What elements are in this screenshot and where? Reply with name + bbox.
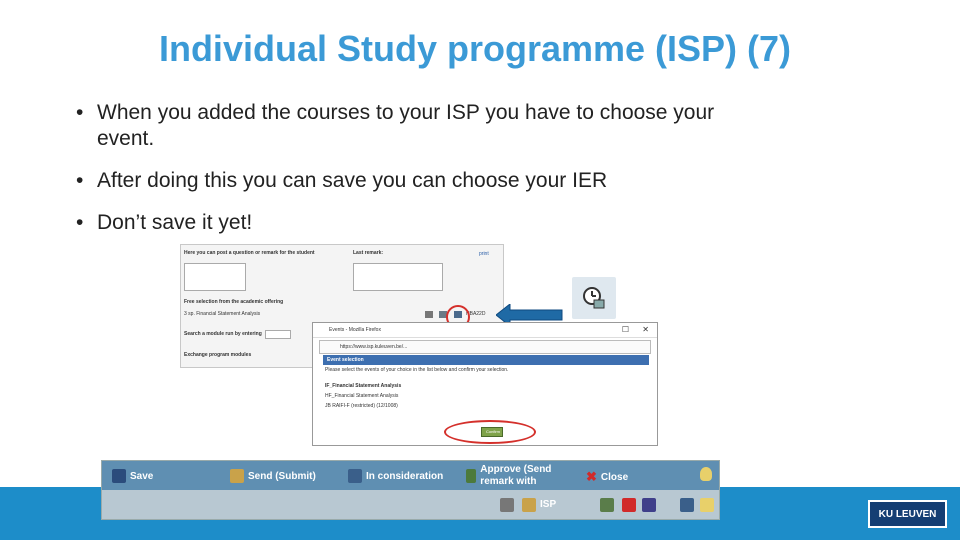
list-icon[interactable]	[680, 498, 694, 512]
approve-label: Approve (Send remark with	[480, 464, 552, 487]
close-icon: ✖	[586, 469, 597, 484]
question-label: Here you can post a question or remark f…	[184, 250, 315, 256]
save-button[interactable]: Save	[112, 469, 153, 483]
clock-tag-icon	[583, 287, 605, 309]
close-small-icon[interactable]	[622, 498, 636, 512]
send-icon	[230, 469, 244, 483]
remark-textarea[interactable]	[353, 263, 443, 291]
isp-toolbar: Save Send (Submit) In consideration Appr…	[101, 460, 720, 520]
url-bar[interactable]: https://www.isp.kuleuven.be/...	[319, 340, 651, 354]
bullet-item: When you added the courses to your ISP y…	[76, 100, 776, 152]
approve-button[interactable]: Approve (Send remark with	[466, 464, 576, 488]
isp-label: ISP	[540, 499, 557, 510]
lightbulb-icon[interactable]	[700, 498, 714, 512]
bullet-item: After doing this you can save you can ch…	[76, 168, 776, 194]
shopping-icon[interactable]	[425, 311, 433, 318]
highlight-circle	[444, 420, 536, 444]
recycle-icon[interactable]	[500, 498, 514, 512]
event-option[interactable]: IF_Financial Statement Analysis	[325, 383, 401, 389]
in-consideration-label: In consideration	[366, 470, 444, 482]
magnifier-icon	[348, 469, 362, 483]
close-icon[interactable]: ✕	[642, 325, 649, 334]
last-remark-label: Last remark:	[353, 250, 384, 256]
search-input[interactable]	[265, 330, 291, 339]
ku-leuven-logo: KU LEUVEN	[868, 500, 947, 528]
maximize-icon[interactable]: ☐	[622, 325, 629, 334]
question-textarea[interactable]	[184, 263, 246, 291]
event-option[interactable]: HF_Financial Statement Analysis	[325, 393, 398, 399]
close-button[interactable]: ✖ Close	[586, 469, 628, 485]
in-consideration-button[interactable]: In consideration	[348, 469, 443, 483]
instruction-text: Please select the events of your choice …	[325, 367, 509, 373]
event-option[interactable]: JB RAIFI-F (restricted) (12/1008)	[325, 403, 398, 409]
save-icon	[112, 469, 126, 483]
approve-icon	[466, 469, 477, 483]
bullet-item: Don’t save it yet!	[76, 210, 776, 236]
save-label: Save	[130, 470, 154, 482]
url-text: https://www.isp.kuleuven.be/...	[340, 344, 408, 350]
exchange-label: Exchange program modules	[184, 352, 252, 358]
slide-title: Individual Study programme (ISP) (7)	[158, 28, 792, 69]
search-label: Search a module run by entering	[184, 331, 262, 337]
dialog-titlebar: Events - Mozilla Firefox ☐ ✕	[313, 323, 657, 338]
send-label: Send (Submit)	[248, 470, 316, 482]
send-button[interactable]: Send (Submit)	[230, 469, 316, 483]
lightbulb-icon[interactable]	[700, 467, 712, 481]
print-link[interactable]: print	[479, 251, 489, 257]
toolbar-lower-strip: ISP	[102, 490, 719, 519]
document-icon[interactable]	[522, 498, 536, 512]
dialog-window-title: Events - Mozilla Firefox	[329, 327, 381, 333]
bullet-list: When you added the courses to your ISP y…	[76, 100, 776, 252]
clock-icon[interactable]	[642, 498, 656, 512]
close-label: Close	[600, 471, 629, 483]
approve-small-icon[interactable]	[600, 498, 614, 512]
event-selection-header: Event selection	[323, 355, 649, 365]
course-row[interactable]: 3 sp. Financial Statement Analysis	[184, 311, 260, 317]
free-selection-label: Free selection from the academic offerin…	[184, 299, 284, 305]
event-icon-zoomed	[572, 277, 616, 319]
